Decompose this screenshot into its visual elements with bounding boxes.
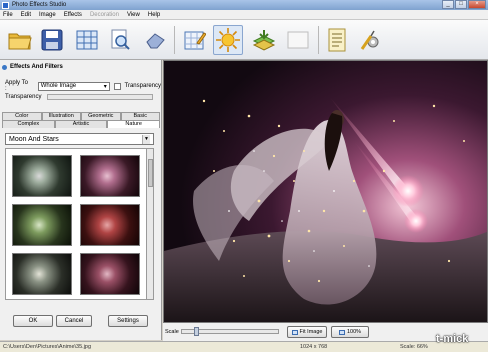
window-title: Photo Effects Studio (12, 2, 67, 8)
settings-button[interactable]: Settings (108, 315, 148, 327)
collapse-icon[interactable] (2, 64, 7, 70)
effect-tabs-row-1: Color Illustration Geometric Basic (2, 112, 160, 120)
app-icon (2, 1, 9, 9)
transparency-checkbox[interactable] (113, 82, 121, 90)
fit-image-label: Fit Image (299, 329, 323, 335)
title-bar: Photo Effects Studio _ □ × (0, 0, 488, 10)
scale-slider[interactable] (181, 327, 279, 336)
chevron-down-icon: ▾ (103, 83, 107, 90)
zoom-100-button[interactable]: 100% (331, 326, 369, 338)
effect-thumbnail[interactable] (80, 253, 140, 295)
effects-button[interactable] (213, 25, 243, 55)
menu-view[interactable]: View (127, 12, 140, 18)
layers-button[interactable] (249, 25, 279, 55)
status-scale: Scale: 66% (400, 344, 428, 350)
menu-bar: File Edit Image Effects Decoration View … (0, 10, 488, 20)
apply-to-row: Apply To : Whole Image ▾ Transparency (5, 80, 161, 92)
scale-slider-knob[interactable] (194, 327, 199, 336)
save-button[interactable] (37, 25, 67, 55)
menu-help[interactable]: Help (148, 12, 160, 18)
fit-image-icon (291, 329, 298, 335)
effect-combo-value: Moon And Stars (9, 135, 59, 143)
apply-to-label: Apply To : (5, 80, 28, 92)
cancel-button[interactable]: Cancel (56, 315, 92, 327)
edit-grid-icon (184, 31, 206, 50)
watermark-text: t-mick (436, 333, 469, 345)
status-bar: C:\Users\Den\Pictures\Anime\35.jpg 1024 … (0, 341, 488, 352)
batch-grid-icon (76, 30, 98, 50)
settings-tools-icon (360, 30, 379, 50)
transparency-slider[interactable] (47, 94, 154, 100)
toolbar-separator (318, 26, 319, 54)
effect-tabs-row-2: Complex Artistic Nature (2, 120, 161, 128)
scrollbar-thumb[interactable] (148, 159, 153, 187)
menu-file[interactable]: File (3, 12, 13, 18)
tab-nature[interactable]: Nature (107, 120, 161, 128)
menu-edit[interactable]: Edit (21, 12, 31, 18)
panel-title: Effects And Filters (10, 64, 63, 70)
frame-button[interactable] (283, 25, 313, 55)
effect-thumbnail[interactable] (12, 253, 72, 295)
chevron-down-icon: ▼ (142, 134, 150, 144)
open-button[interactable] (5, 25, 35, 55)
tab-artistic[interactable]: Artistic (54, 120, 108, 128)
toolbar (0, 20, 488, 60)
effect-preview-list (5, 148, 152, 300)
status-file-path: C:\Users\Den\Pictures\Anime\35.jpg (3, 344, 92, 350)
eraser-icon (146, 33, 165, 49)
transparency-check-label: Transparency (124, 83, 161, 89)
tools-button[interactable] (356, 25, 386, 55)
zoom-icon (338, 329, 345, 335)
apply-to-select[interactable]: Whole Image ▾ (37, 81, 110, 91)
edit-button[interactable] (180, 25, 210, 55)
image-canvas[interactable] (163, 60, 488, 323)
document-icon (328, 28, 346, 52)
toolbar-separator (174, 26, 175, 54)
tab-complex[interactable]: Complex (2, 120, 55, 128)
magnifier-icon (111, 29, 130, 50)
tab-geometric[interactable]: Geometric (81, 112, 121, 120)
tab-basic[interactable]: Basic (120, 112, 160, 120)
edited-photo (164, 61, 487, 322)
effect-thumbnail[interactable] (12, 204, 72, 246)
transparency-label: Transparency (5, 94, 42, 100)
document-button[interactable] (322, 25, 352, 55)
close-button[interactable]: × (468, 0, 486, 9)
fit-image-button[interactable]: Fit Image (287, 326, 327, 338)
preview-scrollbar[interactable] (146, 148, 154, 300)
effect-thumbnail[interactable] (80, 155, 140, 197)
effect-combo[interactable]: Moon And Stars ▼ (5, 133, 154, 145)
maximize-button[interactable]: □ (455, 0, 467, 9)
save-icon (41, 29, 63, 51)
open-icon (8, 33, 32, 50)
effects-panel: Effects And Filters Apply To : Whole Ima… (0, 60, 162, 340)
scale-label: Scale (165, 329, 179, 335)
tab-illustration[interactable]: Illustration (41, 112, 81, 120)
effects-sun-icon (216, 28, 240, 52)
layers-icon (252, 30, 276, 51)
minimize-button[interactable]: _ (442, 0, 454, 9)
batch-button[interactable] (72, 25, 102, 55)
effect-thumbnail[interactable] (80, 204, 140, 246)
status-dimensions: 1024 x 768 (300, 344, 328, 350)
effect-thumbnail[interactable] (12, 155, 72, 197)
panel-header: Effects And Filters (2, 62, 160, 72)
blank-frame-icon (287, 31, 309, 49)
eraser-button[interactable] (140, 25, 170, 55)
window-controls: _ □ × (442, 0, 486, 9)
preview-button[interactable] (105, 25, 135, 55)
menu-effects[interactable]: Effects (64, 12, 82, 18)
transparency-row: Transparency (5, 94, 154, 100)
ok-button[interactable]: OK (13, 315, 53, 327)
apply-to-value: Whole Image (40, 83, 77, 89)
tab-color[interactable]: Color (2, 112, 42, 120)
menu-decoration: Decoration (89, 11, 119, 18)
zoom-100-label: 100% (346, 329, 362, 335)
menu-image[interactable]: Image (39, 12, 56, 18)
